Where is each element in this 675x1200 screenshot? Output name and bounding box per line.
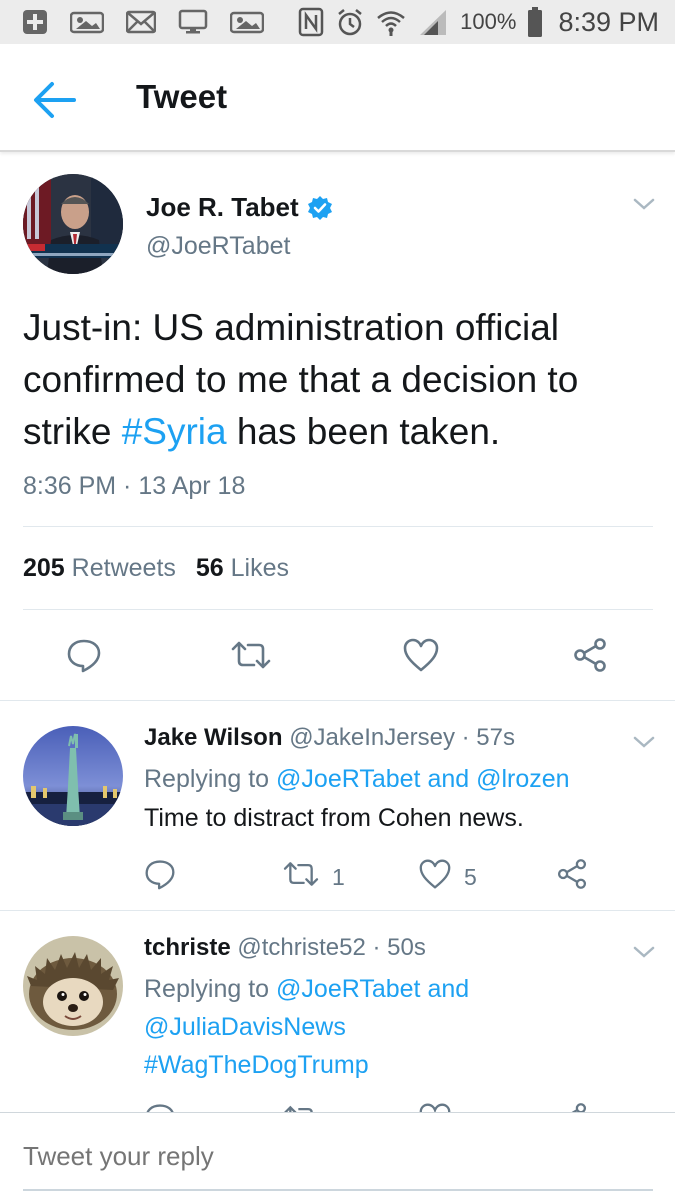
heart-icon[interactable] [418,1102,452,1112]
mail-icon [126,10,156,34]
reply-tweet[interactable]: Jake Wilson @JakeInJersey · 57s Replying… [0,700,675,910]
tweet-text: Just-in: US administration official conf… [23,302,663,458]
signal-icon [418,8,448,36]
battery-icon [528,7,543,37]
like-stat[interactable]: 56 Likes [196,554,289,583]
tweet-text-part: has been taken. [226,411,501,452]
status-time: 8:39 PM [558,6,659,37]
alarm-icon [336,7,364,37]
battery-percent: 100% [460,9,517,34]
like-action[interactable]: 5 [418,858,477,896]
reply-header: Jake Wilson @JakeInJersey · 57s [144,724,515,752]
mention-link[interactable]: @lrozen [476,765,569,793]
mention-link[interactable]: @JoeRTabet [276,975,420,1003]
tweet-timestamp: 8:36 PM · 13 Apr 18 [23,472,246,500]
retweet-action[interactable]: 1 [282,858,345,896]
verified-badge-icon [307,195,333,221]
replying-prefix: Replying to [144,975,270,1003]
like-count: 5 [464,863,477,890]
reply-age: · 57s [461,724,515,751]
retweet-stat[interactable]: 205 Retweets [23,554,176,583]
reply-text: Time to distract from Cohen news. [144,804,524,832]
like-count: 56 [195,554,224,582]
replying-prefix: Replying to [144,765,270,793]
mention-link[interactable]: @JoeRTabet [276,765,420,793]
reply-tweet[interactable]: tchriste @tchriste52 · 50s Replying to @… [0,910,675,1112]
mention-link[interactable]: @JuliaDavisNews [144,1013,346,1041]
avatar[interactable] [23,726,123,826]
app-header: Tweet [0,44,675,152]
hashtag-link[interactable]: #Syria [122,411,227,452]
share-icon[interactable] [572,637,608,673]
retweet-count: 1 [332,863,345,890]
retweet-icon[interactable] [282,1102,320,1112]
reply-author-handle[interactable]: @tchriste52 [237,934,365,961]
status-bar: 100% 8:39 PM [0,0,675,44]
nfc-icon [298,7,324,37]
back-arrow-icon[interactable] [30,80,82,120]
reply-icon[interactable] [66,637,102,673]
reply-author-name[interactable]: tchriste [144,934,231,961]
screen-icon [178,9,208,35]
hashtag-link[interactable]: #WagTheDogTrump [144,1051,369,1079]
reply-icon[interactable] [144,1102,176,1112]
mention-connector: and [427,765,470,793]
reply-author-name[interactable]: Jake Wilson [144,724,283,751]
author-handle[interactable]: @JoeRTabet [146,232,290,261]
chevron-down-icon[interactable] [632,196,656,212]
share-icon[interactable] [556,1102,588,1112]
input-underline [23,1189,653,1191]
reply-composer [0,1112,675,1200]
reply-author-handle[interactable]: @JakeInJersey [289,724,455,751]
replying-to: Replying to @JoeRTabet and @lrozen [144,760,570,798]
tweet-stats: 205 Retweets 56 Likes [23,554,289,583]
chevron-down-icon[interactable] [632,734,656,750]
retweet-count: 205 [23,554,65,582]
add-icon [22,9,48,35]
photo-icon [70,10,104,34]
avatar[interactable] [23,936,123,1036]
retweet-label: Retweets [71,554,176,582]
chevron-down-icon[interactable] [632,944,656,960]
reply-input[interactable] [23,1141,653,1172]
share-icon[interactable] [556,858,588,890]
avatar[interactable] [23,174,123,274]
retweet-icon[interactable] [230,637,272,673]
divider [23,609,653,610]
page-title: Tweet [136,78,228,115]
divider [23,526,653,527]
reply-header: tchriste @tchriste52 · 50s [144,934,426,962]
retweet-icon [282,858,320,896]
author-name[interactable]: Joe R. Tabet [146,192,333,223]
reply-icon[interactable] [144,858,176,890]
like-label: Likes [230,554,290,582]
replying-to: Replying to @JoeRTabet and @JuliaDavisNe… [144,970,644,1084]
wifi-icon [376,7,406,37]
tweet-actions [0,637,675,677]
heart-icon[interactable] [402,637,440,673]
heart-icon [418,858,452,896]
mention-connector: and [427,975,470,1003]
reply-age: · 50s [372,934,426,961]
photo-icon [230,10,264,34]
author-name-text: Joe R. Tabet [146,192,299,222]
